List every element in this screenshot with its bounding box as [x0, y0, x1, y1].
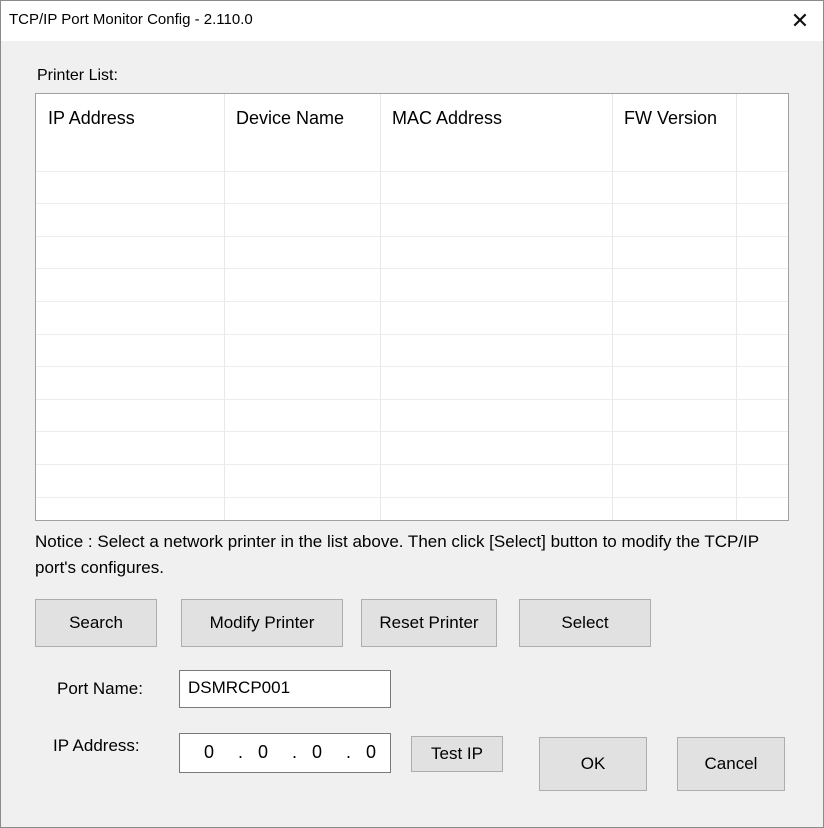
column-divider — [380, 94, 381, 520]
ip-address-label: IP Address: — [53, 736, 140, 755]
row-separator — [36, 464, 788, 465]
column-divider — [612, 94, 613, 520]
select-button[interactable]: Select — [519, 599, 651, 647]
ip-address-input[interactable]: 0 . 0 . 0 . 0 — [179, 733, 391, 773]
ip-separator: . — [292, 742, 299, 762]
column-header-ip-address[interactable]: IP Address — [36, 94, 224, 138]
column-header-fw-version[interactable]: FW Version — [612, 94, 736, 138]
modify-printer-button[interactable]: Modify Printer — [181, 599, 343, 647]
port-name-input[interactable]: DSMRCP001 — [179, 670, 391, 708]
column-header-mac-address[interactable]: MAC Address — [380, 94, 612, 138]
port-name-label: Port Name: — [57, 679, 143, 698]
row-separator — [36, 268, 788, 269]
row-separator — [36, 497, 788, 498]
ip-octet-1[interactable]: 0 — [204, 742, 215, 763]
column-header-device-name[interactable]: Device Name — [224, 94, 380, 138]
ip-octet-3[interactable]: 0 — [312, 742, 323, 763]
test-ip-button[interactable]: Test IP — [411, 736, 503, 772]
close-icon[interactable]: ✕ — [777, 1, 823, 41]
ok-button[interactable]: OK — [539, 737, 647, 791]
config-dialog: TCP/IP Port Monitor Config - 2.110.0 ✕ P… — [0, 0, 824, 828]
row-separator — [36, 334, 788, 335]
printer-list-label: Printer List: — [37, 67, 118, 84]
printer-list[interactable]: IP Address Device Name MAC Address FW Ve… — [35, 93, 789, 521]
row-separator — [36, 366, 788, 367]
title-bar: TCP/IP Port Monitor Config - 2.110.0 ✕ — [1, 1, 823, 41]
reset-printer-button[interactable]: Reset Printer — [361, 599, 497, 647]
column-divider — [224, 94, 225, 520]
row-separator — [36, 236, 788, 237]
row-separator — [36, 431, 788, 432]
row-separator — [36, 171, 788, 172]
column-divider — [736, 94, 737, 520]
row-separator — [36, 203, 788, 204]
ip-separator: . — [238, 742, 245, 762]
search-button[interactable]: Search — [35, 599, 157, 647]
ip-octet-4[interactable]: 0 — [366, 742, 377, 763]
cancel-button[interactable]: Cancel — [677, 737, 785, 791]
row-separator — [36, 301, 788, 302]
ip-octet-2[interactable]: 0 — [258, 742, 269, 763]
notice-text: Notice : Select a network printer in the… — [35, 532, 759, 577]
window-title: TCP/IP Port Monitor Config - 2.110.0 — [9, 11, 253, 28]
ip-separator: . — [346, 742, 353, 762]
printer-list-header: IP Address Device Name MAC Address FW Ve… — [36, 94, 788, 138]
row-separator — [36, 399, 788, 400]
